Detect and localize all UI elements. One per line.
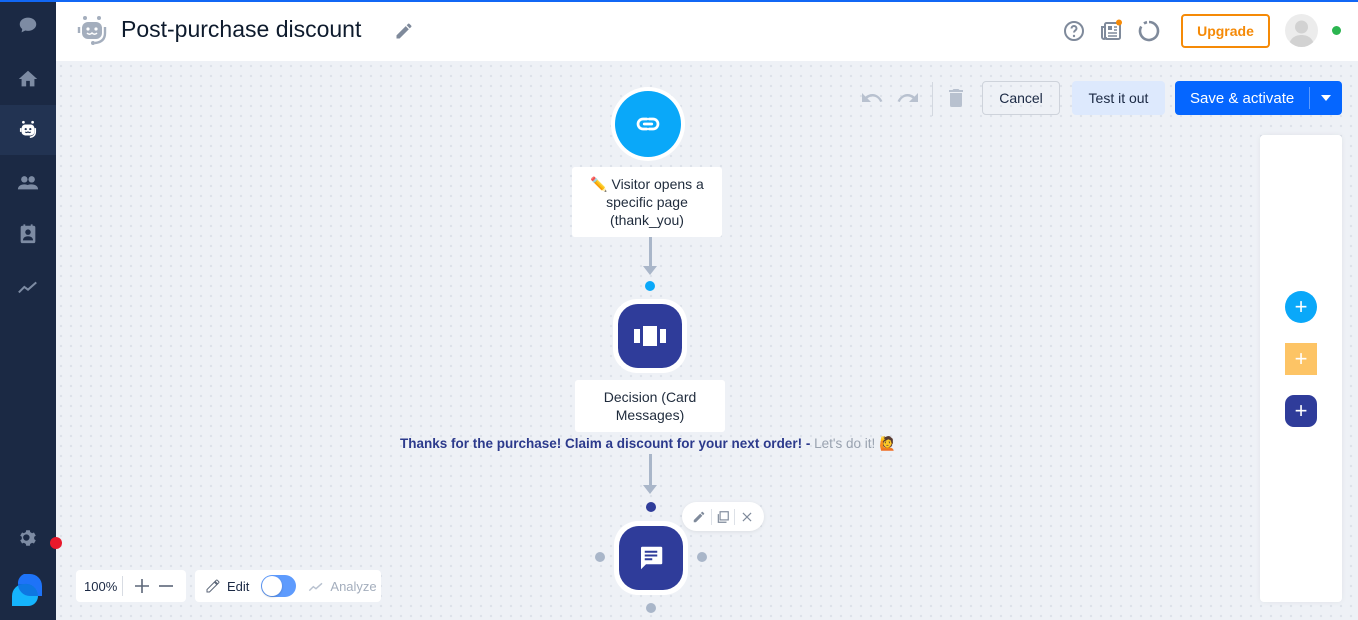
news-icon[interactable]	[1099, 19, 1123, 43]
undo-icon[interactable]	[860, 86, 884, 110]
connector-arrow	[643, 266, 657, 275]
sidebar	[0, 0, 56, 620]
plus-icon: +	[1294, 346, 1308, 371]
connection-point[interactable]	[645, 281, 655, 291]
link-icon	[636, 117, 660, 131]
connection-point[interactable]	[697, 552, 707, 562]
connection-point[interactable]	[646, 502, 656, 512]
trigger-label-text: Visitor opens a specific page (thank_you…	[606, 176, 704, 228]
plus-icon: +	[1294, 398, 1308, 423]
raising-hand-emoji: 🙋	[878, 436, 896, 451]
sidebar-item-chat[interactable]	[0, 0, 56, 50]
edit-analyze-toggle[interactable]	[261, 575, 297, 597]
help-icon[interactable]	[1062, 19, 1086, 43]
trash-icon[interactable]	[944, 86, 968, 110]
home-icon	[18, 70, 38, 87]
header: Post-purchase discount Upgrade	[56, 0, 1358, 61]
zoom-level: 100%	[84, 578, 118, 594]
caret-down-icon	[1321, 95, 1331, 101]
avatar[interactable]	[1285, 14, 1318, 47]
add-condition-button[interactable]: +	[1285, 343, 1317, 375]
plus-icon: +	[1294, 294, 1308, 319]
add-node-panel: + + +	[1260, 135, 1342, 602]
zoom-out-icon[interactable]	[159, 579, 173, 593]
sidebar-item-customers[interactable]	[0, 158, 56, 208]
cards-icon	[634, 326, 666, 346]
pencil-emoji: ✏️	[590, 176, 608, 192]
analyze-mode-label[interactable]: Analyze	[330, 579, 376, 594]
bot-icon	[19, 120, 37, 139]
zoom-in-icon[interactable]	[135, 579, 149, 593]
trend-line-icon	[309, 582, 323, 592]
connection-point[interactable]	[646, 603, 656, 613]
duplicate-node-icon[interactable]	[716, 510, 730, 524]
zoom-controls: 100%	[76, 570, 186, 602]
loading-icon[interactable]	[1137, 19, 1161, 43]
node-actions-toolbar	[682, 502, 764, 531]
chat-bubble-icon	[19, 17, 37, 33]
save-activate-button[interactable]: Save & activate	[1175, 81, 1342, 115]
redo-icon[interactable]	[896, 86, 920, 110]
sidebar-item-contacts[interactable]	[0, 209, 56, 259]
connector-line	[649, 237, 652, 267]
gear-icon	[20, 530, 36, 546]
flow-canvas[interactable]	[56, 61, 1358, 620]
add-action-button[interactable]: +	[1285, 395, 1317, 427]
zoom-divider	[122, 576, 123, 596]
mode-switcher: Edit Analyze	[195, 570, 381, 602]
contact-card-icon	[20, 224, 36, 244]
online-status-dot	[1332, 26, 1341, 35]
people-icon	[17, 176, 39, 190]
cancel-button[interactable]: Cancel	[982, 81, 1060, 115]
edit-mode-label[interactable]: Edit	[227, 579, 249, 594]
connection-point[interactable]	[595, 552, 605, 562]
page-title: Post-purchase discount	[121, 16, 362, 42]
brand-logo	[12, 574, 42, 606]
toolbar-divider	[734, 508, 736, 525]
trend-line-icon	[18, 281, 37, 294]
upgrade-button[interactable]: Upgrade	[1181, 14, 1270, 48]
user-silhouette-icon	[1289, 20, 1314, 47]
card-answer: Let's do it!	[814, 436, 876, 451]
top-accent-line	[0, 0, 1358, 2]
trigger-node[interactable]	[611, 87, 685, 161]
save-options-dropdown[interactable]	[1310, 95, 1342, 101]
decision-node[interactable]	[613, 299, 687, 373]
pencil-icon[interactable]	[394, 21, 414, 41]
pencil-icon	[206, 579, 220, 593]
save-activate-label: Save & activate	[1190, 89, 1295, 107]
card-choice-text[interactable]: Thanks for the purchase! Claim a discoun…	[400, 436, 896, 452]
add-trigger-button[interactable]: +	[1285, 291, 1317, 323]
toolbar-divider	[710, 508, 712, 525]
connector-arrow	[643, 485, 657, 494]
trigger-node-label[interactable]: ✏️ Visitor opens a specific page (thank_…	[572, 167, 722, 237]
chatbot-icon	[77, 16, 107, 45]
message-node[interactable]	[614, 521, 688, 595]
close-icon[interactable]	[740, 510, 754, 524]
test-it-out-button[interactable]: Test it out	[1072, 81, 1165, 115]
notification-red-dot	[50, 537, 62, 549]
toggle-knob	[262, 576, 283, 596]
message-icon	[641, 546, 663, 570]
toolbar-divider	[932, 82, 933, 116]
sidebar-item-settings[interactable]	[0, 513, 56, 563]
decision-node-label[interactable]: Decision (Card Messages)	[575, 380, 725, 432]
sidebar-item-analytics[interactable]	[0, 261, 56, 311]
card-message: Thanks for the purchase! Claim a discoun…	[400, 436, 811, 451]
sidebar-item-home[interactable]	[0, 54, 56, 104]
edit-node-icon[interactable]	[692, 510, 706, 524]
connector-line	[649, 454, 652, 486]
sidebar-item-chatbots[interactable]	[0, 105, 56, 155]
